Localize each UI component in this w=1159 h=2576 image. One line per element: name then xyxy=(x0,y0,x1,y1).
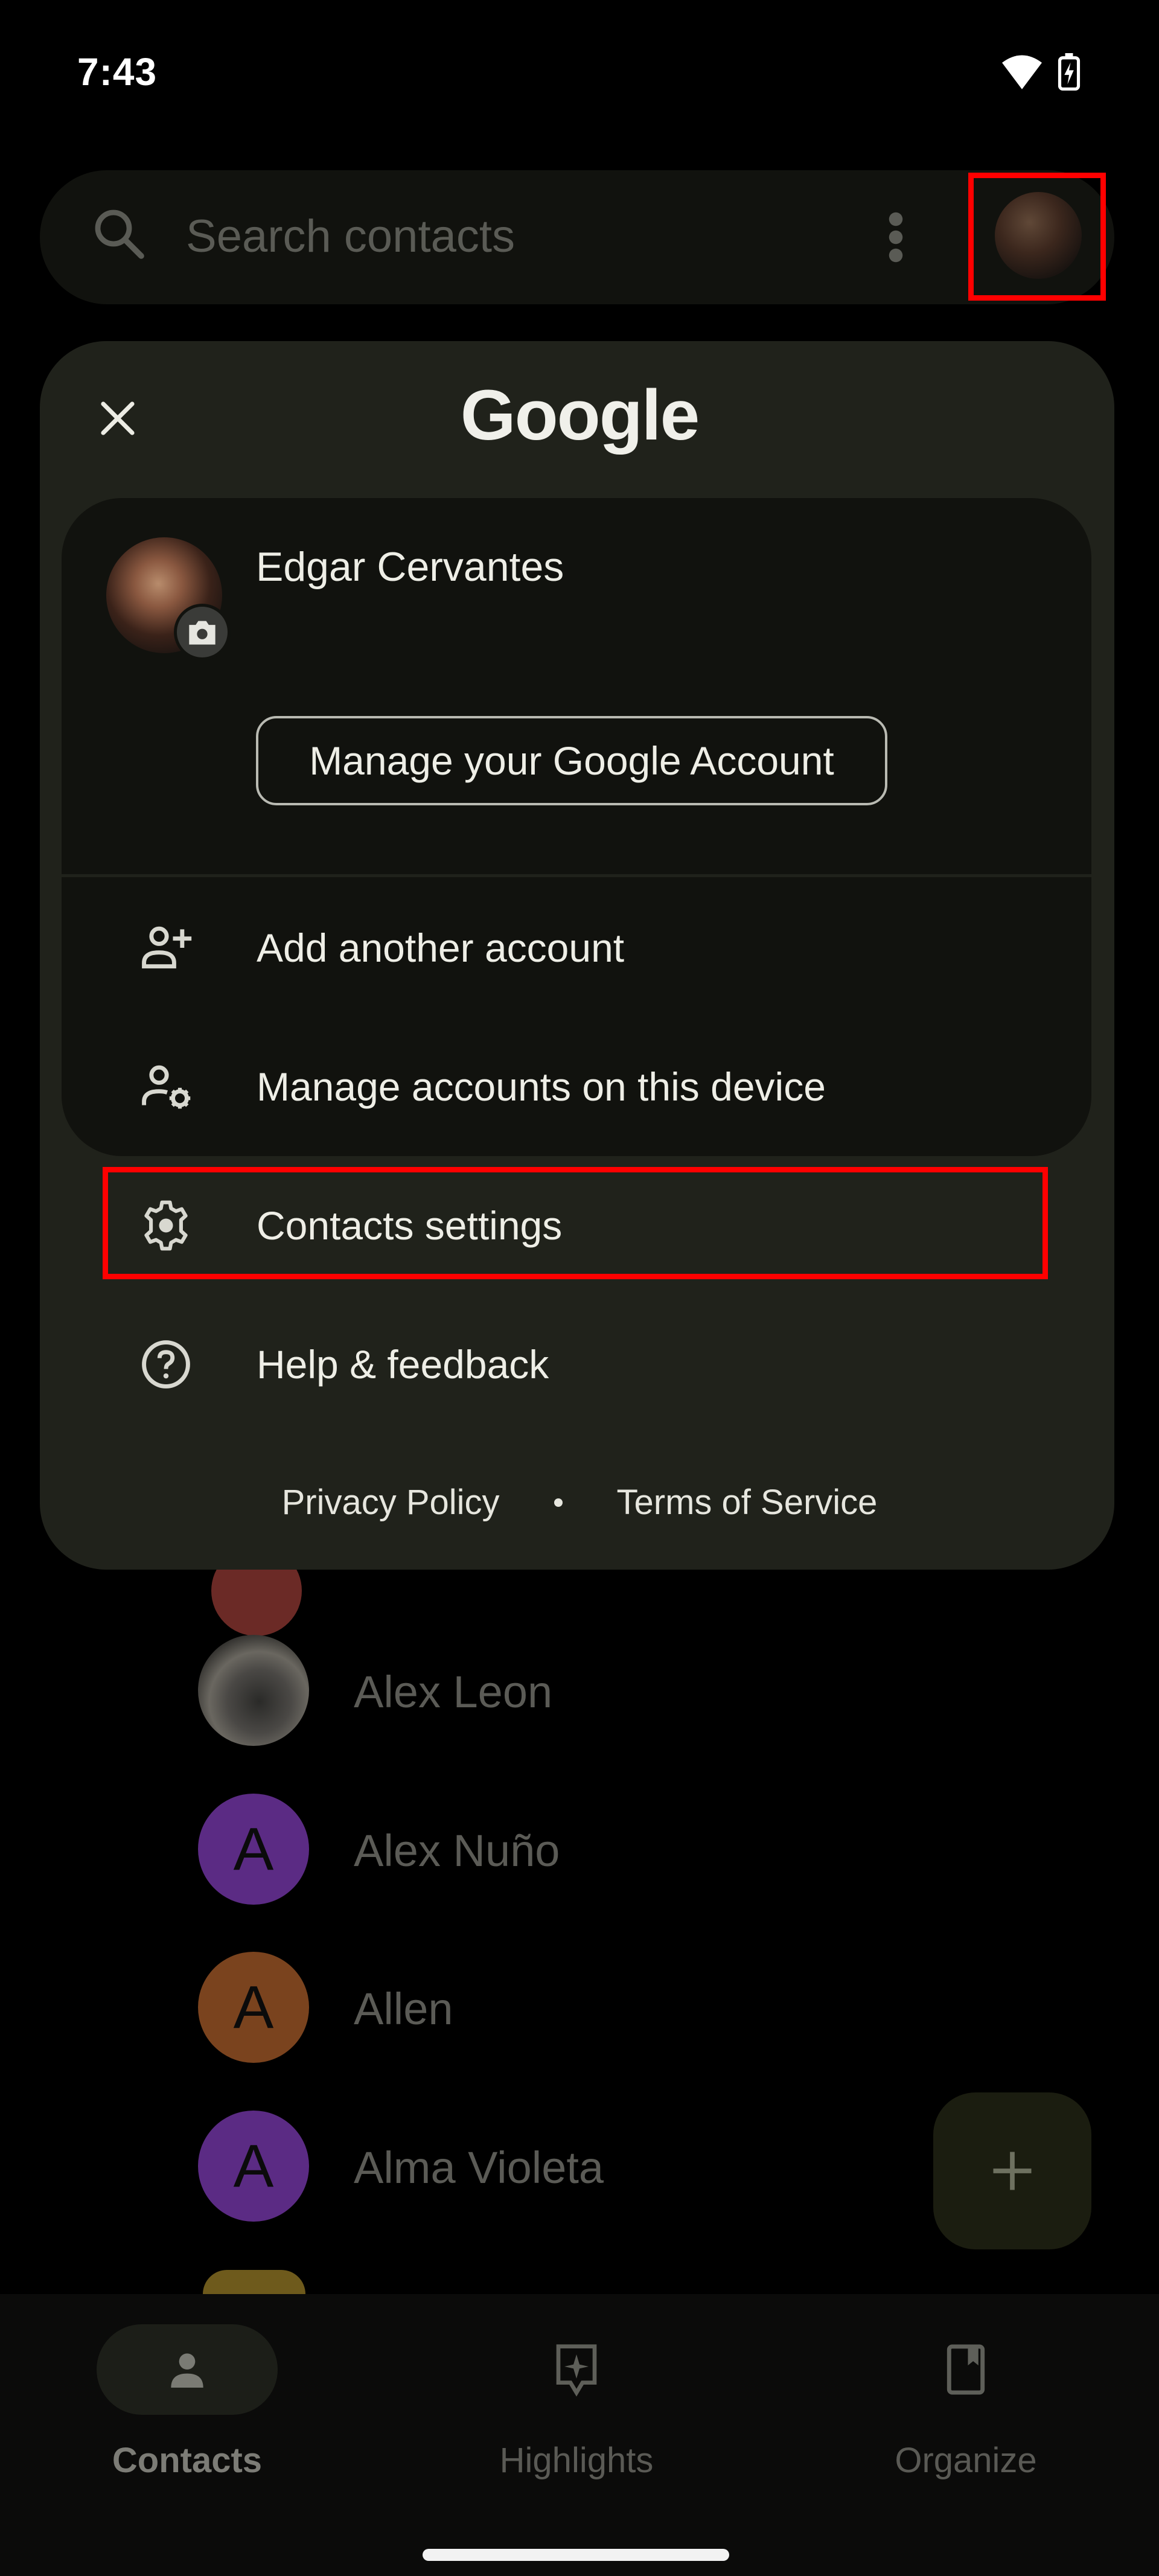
camera-icon xyxy=(189,621,216,645)
contacts-settings-highlight xyxy=(103,1167,1048,1279)
plus-icon xyxy=(993,2152,1032,2190)
contact-avatar: A xyxy=(198,2111,309,2222)
contact-avatar-partial xyxy=(203,2270,305,2294)
manage-accounts-icon xyxy=(133,1053,199,1120)
status-icons xyxy=(1002,53,1081,91)
contact-row[interactable]: A Allen xyxy=(0,1947,905,2068)
terms-of-service-link[interactable]: Terms of Service xyxy=(617,1482,878,1523)
contact-avatar: A xyxy=(198,1794,309,1905)
status-time: 7:43 xyxy=(77,50,158,94)
person-icon xyxy=(171,2353,203,2388)
account-name: Edgar Cervantes xyxy=(256,544,564,590)
add-another-account-item[interactable]: Add another account xyxy=(62,890,1091,1005)
manage-accounts-item[interactable]: Manage accounts on this device xyxy=(62,1029,1091,1144)
nav-tab-highlights[interactable]: Highlights xyxy=(450,2324,703,2523)
battery-charging-icon xyxy=(1058,53,1081,91)
nav-tab-organize[interactable]: Organize xyxy=(839,2324,1093,2523)
contact-row[interactable]: Alex Leon xyxy=(0,1630,905,1751)
contact-name: Alex Nuño xyxy=(354,1826,560,1876)
nav-tab-contacts[interactable]: Contacts xyxy=(60,2324,314,2523)
contact-name: Alex Leon xyxy=(354,1667,553,1717)
nav-label: Contacts xyxy=(112,2441,263,2480)
divider xyxy=(62,874,1091,877)
dialog-title: Google xyxy=(460,376,700,455)
nav-pill-active xyxy=(97,2324,278,2415)
search-input[interactable]: Search contacts xyxy=(186,210,515,263)
change-photo-button[interactable] xyxy=(174,604,231,660)
contact-avatar: A xyxy=(198,1952,309,2063)
wifi-icon xyxy=(1002,55,1042,89)
bookmark-icon xyxy=(947,2344,985,2395)
account-avatar-highlight[interactable] xyxy=(968,173,1106,301)
nav-label: Highlights xyxy=(499,2441,654,2480)
contact-name: Allen xyxy=(354,1984,453,2034)
contact-avatar xyxy=(198,1635,309,1746)
privacy-policy-link[interactable]: Privacy Policy xyxy=(282,1482,500,1523)
contact-row[interactable]: A Alex Nuño xyxy=(0,1789,905,1910)
menu-label: Manage accounts on this device xyxy=(257,1064,826,1109)
nav-label: Organize xyxy=(895,2441,1037,2480)
footer-separator xyxy=(554,1498,563,1507)
highlights-icon xyxy=(556,2344,597,2397)
menu-label: Help & feedback xyxy=(257,1342,549,1387)
dialog-footer: Privacy Policy Terms of Service xyxy=(0,1482,1159,1523)
add-contact-button[interactable] xyxy=(933,2092,1091,2249)
help-icon xyxy=(133,1331,199,1398)
gesture-handle[interactable] xyxy=(423,2549,729,2561)
contact-row[interactable]: A Alma Violeta xyxy=(0,2106,905,2226)
menu-label: Add another account xyxy=(257,925,625,970)
more-vert-icon[interactable] xyxy=(884,210,908,264)
contact-name: Alma Violeta xyxy=(354,2143,604,2193)
search-icon[interactable] xyxy=(91,205,148,263)
person-add-icon xyxy=(133,915,199,981)
manage-google-account-button[interactable]: Manage your Google Account xyxy=(256,716,887,805)
help-feedback-item[interactable]: Help & feedback xyxy=(62,1307,1091,1422)
